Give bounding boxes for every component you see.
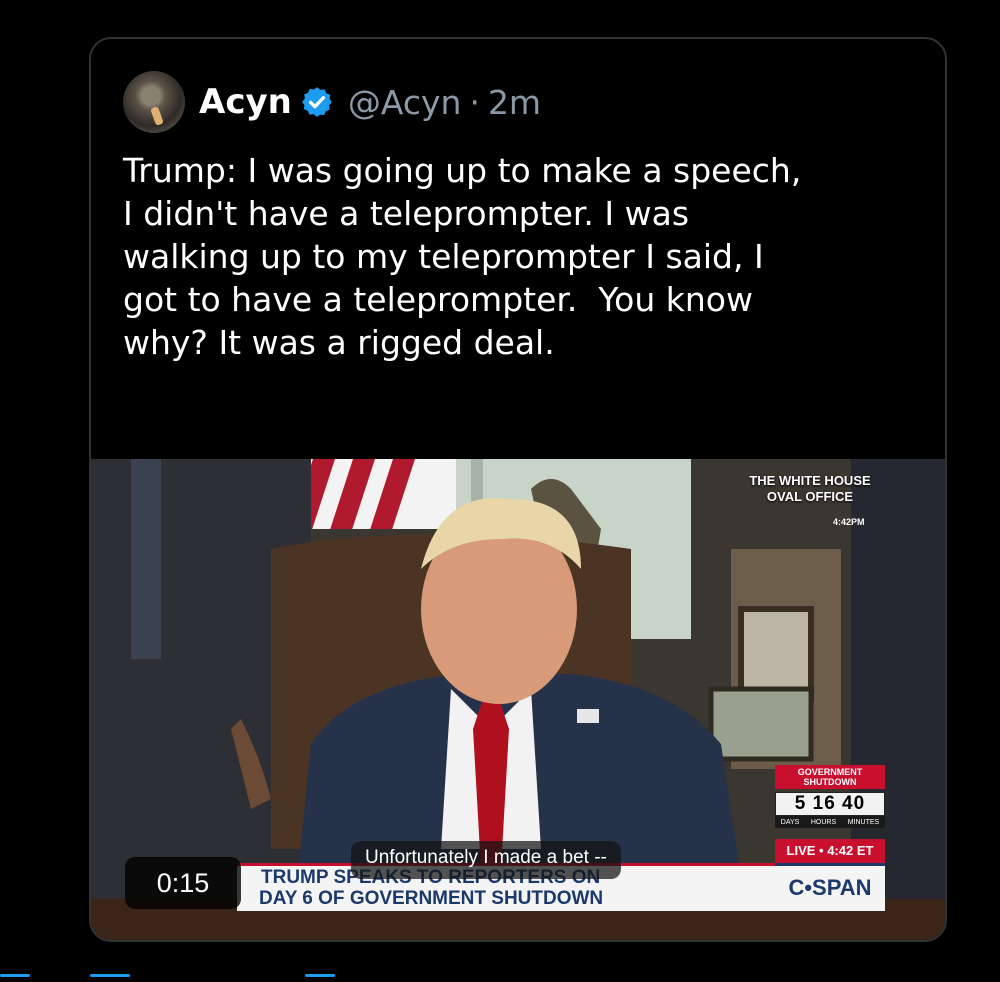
- counter-units: DAYS HOURS MINUTES: [775, 816, 885, 828]
- video-player[interactable]: THE WHITE HOUSE OVAL OFFICE 4:42PM GOVER…: [91, 459, 945, 940]
- separator: ·: [469, 82, 480, 122]
- display-name[interactable]: Acyn: [199, 82, 292, 122]
- tweet-text: Trump: I was going up to make a speech, …: [123, 151, 802, 362]
- live-label: LIVE • 4:42 ET: [775, 839, 885, 863]
- next-tweet-hint: [0, 968, 1000, 982]
- lower-third-line2: DAY 6 OF GOVERNMENT SHUTDOWN: [259, 888, 604, 909]
- network-time: 4:42PM: [833, 517, 865, 527]
- tweet-header: Acyn @Acyn · 2m: [123, 71, 541, 133]
- network-label: THE WHITE HOUSE OVAL OFFICE: [749, 473, 871, 504]
- counter-unit-days: DAYS: [780, 818, 800, 826]
- counter-unit-hours: HOURS: [810, 818, 837, 826]
- counter-unit-minutes: MINUTES: [847, 818, 880, 826]
- handle[interactable]: @Acyn: [348, 83, 462, 122]
- post-time[interactable]: 2m: [488, 83, 541, 122]
- avatar[interactable]: [123, 71, 185, 133]
- shutdown-label: GOVERNMENT SHUTDOWN: [775, 765, 885, 789]
- verified-badge-icon: [301, 87, 332, 117]
- channel-logo: C•SPAN: [775, 863, 885, 911]
- video-caption: Unfortunately I made a bet --: [351, 841, 621, 879]
- shutdown-counter: 5 16 40: [775, 792, 885, 816]
- video-timestamp: 0:15: [125, 857, 241, 909]
- tweet-card[interactable]: Acyn @Acyn · 2m Trump: I was going up to…: [89, 37, 947, 942]
